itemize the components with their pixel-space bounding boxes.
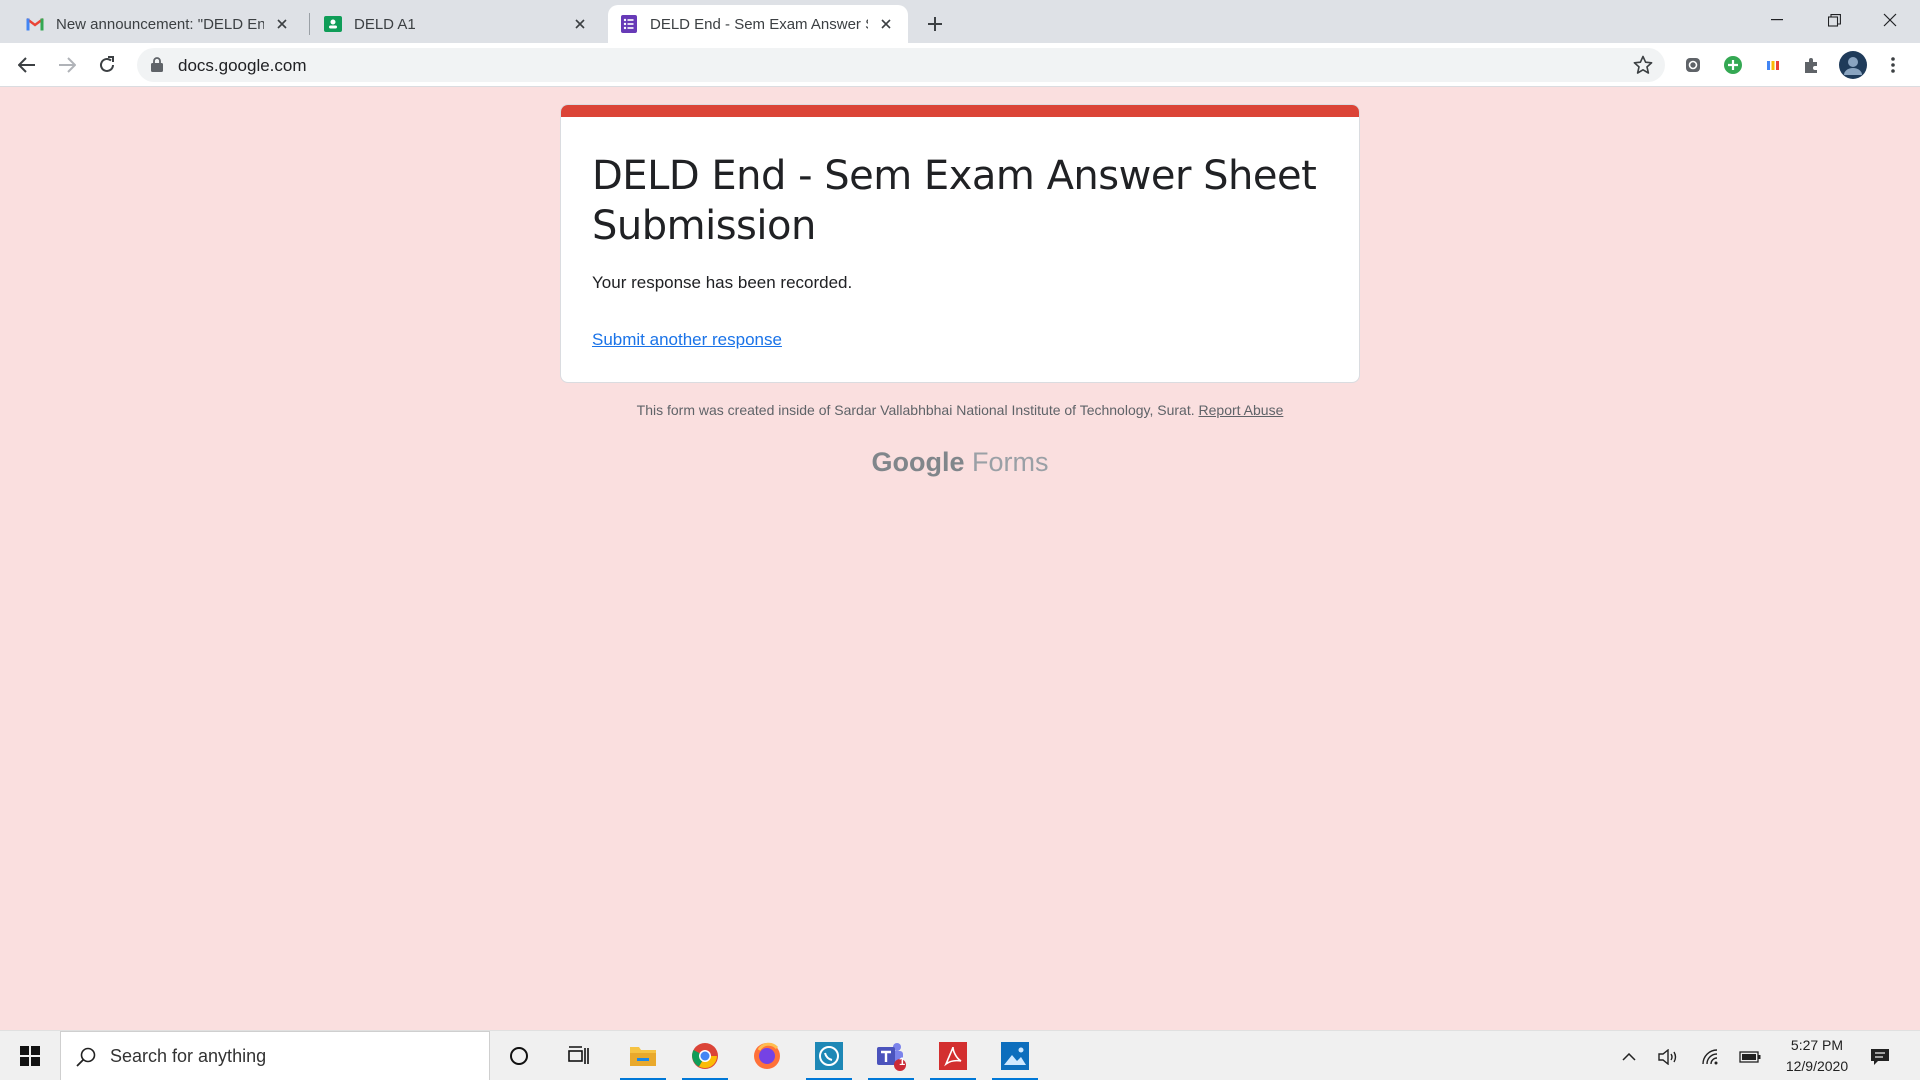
tab-title: DELD End - Sem Exam Answer Sh [650, 15, 868, 33]
restore-button[interactable] [1804, 0, 1864, 40]
tab-title: New announcement: "DELD End [56, 15, 264, 33]
close-tab-icon[interactable] [876, 14, 896, 34]
taskbar-search-box[interactable]: Search for anything [60, 1031, 490, 1080]
lock-icon[interactable] [151, 57, 163, 77]
back-button[interactable] [11, 49, 43, 81]
extension-grammar-icon[interactable] [1682, 54, 1704, 76]
form-footer-note: This form was created inside of Sardar V… [560, 402, 1360, 418]
whatsapp-icon [815, 1042, 843, 1070]
plus-icon [928, 17, 942, 31]
submit-another-response-link[interactable]: Submit another response [592, 330, 782, 350]
reload-button[interactable] [91, 49, 123, 81]
windows-logo-icon [20, 1046, 40, 1066]
bookmark-star-icon[interactable] [1633, 55, 1653, 80]
folder-icon [630, 1047, 656, 1066]
search-icon [75, 1046, 97, 1073]
logo-google-text: Google [871, 447, 965, 477]
address-bar[interactable]: docs.google.com [137, 48, 1665, 82]
gmail-icon [26, 15, 44, 33]
confirmation-message: Your response has been recorded. [592, 273, 853, 292]
battery-button[interactable] [1738, 1045, 1762, 1069]
forward-button[interactable] [51, 49, 83, 81]
minimize-icon [1771, 19, 1783, 21]
speaker-icon [1658, 1049, 1677, 1065]
footer-note-text: This form was created inside of Sardar V… [636, 402, 1195, 418]
reload-icon [100, 56, 114, 72]
logo-forms-text: Forms [972, 447, 1049, 477]
tab-divider [309, 13, 310, 35]
battery-icon [1739, 1051, 1761, 1063]
google-classroom-icon [324, 15, 342, 33]
restore-icon [1827, 13, 1841, 27]
taskbar-firefox[interactable] [738, 1031, 796, 1080]
action-center-button[interactable] [1868, 1045, 1892, 1069]
tab-gmail[interactable]: New announcement: "DELD End [14, 5, 304, 43]
volume-button[interactable] [1656, 1045, 1680, 1069]
cortana-button[interactable] [490, 1031, 548, 1080]
network-button[interactable] [1698, 1045, 1722, 1069]
start-button[interactable] [0, 1031, 60, 1080]
clock-date: 12/9/2020 [1785, 1058, 1849, 1074]
browser-menu-button[interactable] [1882, 54, 1904, 76]
extension-color-icon[interactable] [1762, 54, 1784, 76]
form-response-card: DELD End - Sem Exam Answer Sheet Submiss… [560, 104, 1360, 383]
extensions-puzzle-icon[interactable] [1801, 54, 1823, 76]
browser-toolbar: docs.google.com [0, 43, 1920, 87]
tab-deld-exam-form[interactable]: DELD End - Sem Exam Answer Sh [608, 5, 908, 43]
arrow-left-icon [18, 57, 35, 73]
extension-add-icon[interactable] [1722, 54, 1744, 76]
google-forms-logo[interactable]: Google Forms [560, 447, 1360, 478]
acrobat-icon [939, 1042, 967, 1070]
taskbar-clock[interactable]: 5:27 PM 12/9/2020 [1767, 1035, 1867, 1077]
report-abuse-link[interactable]: Report Abuse [1199, 402, 1284, 418]
tab-deld-a1[interactable]: DELD A1 [312, 5, 602, 43]
form-title: DELD End - Sem Exam Answer Sheet Submiss… [592, 153, 1317, 249]
windows-taskbar: Search for anything 1 5:27 PM 12/9/2020 [0, 1030, 1920, 1080]
taskbar-acrobat[interactable] [924, 1031, 982, 1080]
profile-avatar[interactable] [1839, 51, 1867, 79]
taskbar-whatsapp[interactable] [800, 1031, 858, 1080]
url-text[interactable]: docs.google.com [178, 56, 307, 76]
firefox-icon [754, 1042, 780, 1069]
clock-time: 5:27 PM [1790, 1037, 1844, 1053]
task-view-icon [568, 1046, 589, 1064]
close-tab-icon[interactable] [570, 14, 590, 34]
show-hidden-icons-button[interactable] [1617, 1045, 1641, 1069]
notification-icon [1871, 1049, 1889, 1065]
new-tab-button[interactable] [920, 9, 950, 39]
teams-notification-badge: 1 [899, 1056, 906, 1068]
tab-strip: New announcement: "DELD End DELD A1 DELD… [0, 0, 1920, 43]
taskbar-file-explorer[interactable] [614, 1031, 672, 1080]
form-accent-bar [561, 105, 1359, 117]
close-tab-icon[interactable] [272, 14, 292, 34]
close-window-button[interactable] [1860, 0, 1920, 40]
chrome-icon [692, 1043, 718, 1069]
taskbar-teams[interactable]: 1 [862, 1031, 920, 1080]
taskbar-photos[interactable] [986, 1031, 1044, 1080]
google-forms-icon [620, 15, 638, 33]
tab-title: DELD A1 [354, 15, 416, 33]
more-vert-icon [1891, 57, 1895, 73]
task-view-button[interactable] [550, 1031, 608, 1080]
taskbar-chrome[interactable] [676, 1031, 734, 1080]
arrow-right-icon [59, 57, 76, 73]
chevron-up-icon [1622, 1053, 1636, 1061]
cortana-circle-icon [510, 1047, 528, 1065]
minimize-button[interactable] [1747, 0, 1807, 40]
taskbar-search-placeholder: Search for anything [110, 1046, 267, 1066]
photos-icon [1001, 1042, 1029, 1070]
wifi-icon [1702, 1049, 1718, 1065]
close-icon [1883, 13, 1897, 27]
